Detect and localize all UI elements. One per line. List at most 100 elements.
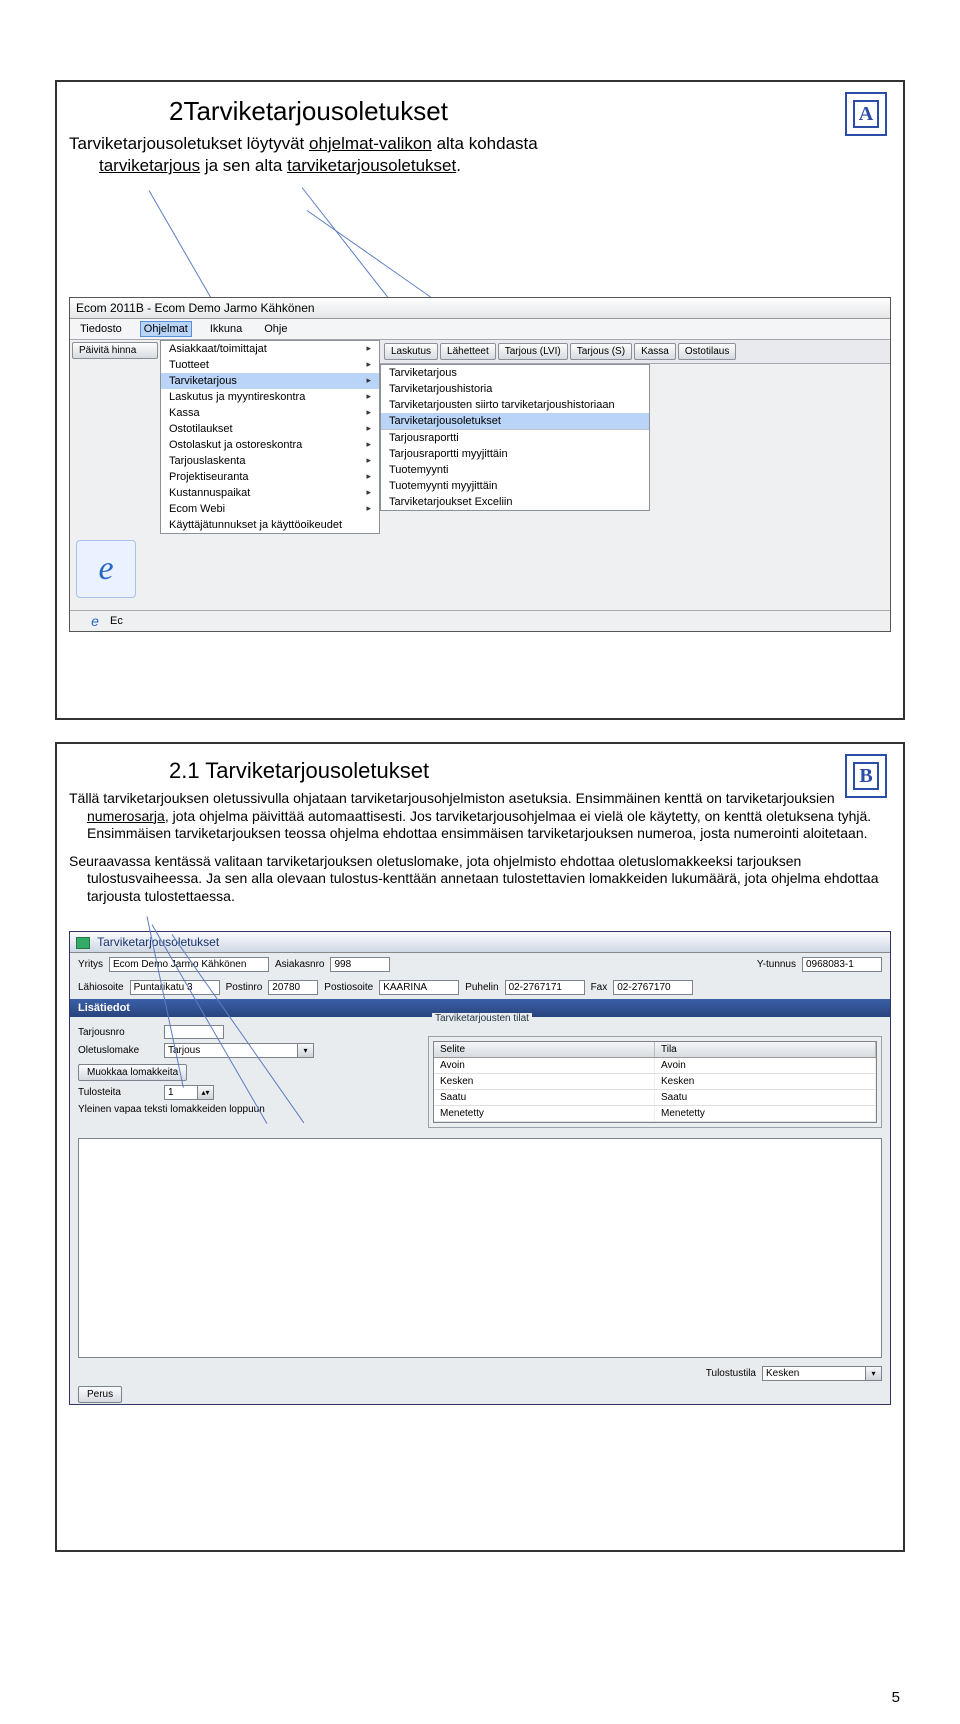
- right-column: Tarviketarjousten tilat Selite Tila Avoi…: [428, 1023, 882, 1128]
- lbl-puhelin: Puhelin: [465, 982, 498, 993]
- dd2-item[interactable]: Tarjousraportti: [381, 430, 649, 446]
- p-b1-b: , jota ohjelma päivittää automaattisesti…: [87, 808, 871, 842]
- toolbar-ostotilaus[interactable]: Ostotilaus: [678, 343, 736, 360]
- fld-postinro[interactable]: 20780: [268, 980, 318, 995]
- left-column: Tarjousnro Oletuslomake Tarjous ▾ Muokka…: [78, 1023, 418, 1128]
- settings-title-icon: [76, 937, 90, 949]
- lbl-tulosteita: Tulosteita: [78, 1087, 158, 1098]
- menu-ohjelmat[interactable]: Ohjelmat: [140, 321, 192, 337]
- toolbar-tarjous-s[interactable]: Tarjous (S): [570, 343, 632, 360]
- dd2-item[interactable]: Tarviketarjousoletukset: [381, 413, 649, 429]
- dd1-item[interactable]: Käyttäjätunnukset ja käyttöoikeudet: [161, 517, 379, 533]
- lbl-lahiosoite: Lähiosoite: [78, 982, 124, 993]
- perus-button[interactable]: Perus: [78, 1386, 122, 1403]
- dd1-item[interactable]: Projektiseuranta▸: [161, 469, 379, 485]
- lbl-ytunnus: Y-tunnus: [757, 959, 796, 970]
- lbl-oletuslomake: Oletuslomake: [78, 1045, 158, 1056]
- toolbar-laskutus[interactable]: Laskutus: [384, 343, 438, 360]
- fld-asiakasnro[interactable]: 998: [330, 957, 390, 972]
- dd1-item[interactable]: Kassa▸: [161, 405, 379, 421]
- menu-ikkuna[interactable]: Ikkuna: [206, 321, 246, 337]
- slide-b-para2: Seuraavassa kentässä valitaan tarviketar…: [69, 853, 891, 906]
- dd1-item[interactable]: Ostotilaukset▸: [161, 421, 379, 437]
- toolbar-kassa[interactable]: Kassa: [634, 343, 676, 360]
- lbl-tarjousnro: Tarjousnro: [78, 1027, 158, 1038]
- settings-window: Tarviketarjousoletukset Yritys Ecom Demo…: [69, 931, 891, 1405]
- table-row[interactable]: MenetettyMenetetty: [434, 1106, 876, 1122]
- slide-a: A 2Tarviketarjousoletukset Tarviketarjou…: [55, 80, 905, 720]
- table-row[interactable]: KeskenKesken: [434, 1074, 876, 1090]
- dd1-item[interactable]: Ecom Webi▸: [161, 501, 379, 517]
- fld-oletuslomake[interactable]: Tarjous: [164, 1043, 298, 1058]
- spinner-icon[interactable]: ▴▾: [198, 1085, 214, 1100]
- combo-down-icon[interactable]: ▾: [298, 1043, 314, 1058]
- fld-tulosteita[interactable]: 1: [164, 1085, 198, 1100]
- slide-a-title: 2Tarviketarjousoletukset: [169, 96, 891, 127]
- dd2-item[interactable]: Tarviketarjoukset Exceliin: [381, 494, 649, 510]
- fld-ytunnus[interactable]: 0968083-1: [802, 957, 882, 972]
- dd1-item[interactable]: Laskutus ja myyntireskontra▸: [161, 389, 379, 405]
- p-a-u1: ohjelmat-valikon: [309, 134, 432, 153]
- toolbar-tarjous-lvi[interactable]: Tarjous (LVI): [498, 343, 568, 360]
- dropdown-tarviketarjous: TarviketarjousTarviketarjoushistoriaTarv…: [380, 364, 650, 511]
- slide-b-para1: Tällä tarviketarjouksen oletussivulla oh…: [69, 790, 891, 843]
- slide-b: B 2.1 Tarviketarjousoletukset Tällä tarv…: [55, 742, 905, 1552]
- lbl-postiosoite: Postiosoite: [324, 982, 373, 993]
- p-b1-u: numerosarja: [87, 808, 165, 824]
- dd1-item[interactable]: Tuotteet▸: [161, 357, 379, 373]
- ecom-logo: e: [76, 540, 136, 598]
- dd1-item[interactable]: Kustannuspaikat▸: [161, 485, 379, 501]
- slide-a-paragraph: Tarviketarjousoletukset löytyvät ohjelma…: [69, 133, 891, 177]
- window-title-bar: Ecom 2011B - Ecom Demo Jarmo Kähkönen: [70, 298, 890, 319]
- muokkaa-button[interactable]: Muokkaa lomakkeita: [78, 1064, 187, 1081]
- dd2-item[interactable]: Tuotemyynti: [381, 462, 649, 478]
- menu-tiedosto[interactable]: Tiedosto: [76, 321, 126, 337]
- dd1-item[interactable]: Asiakkaat/toimittajat▸: [161, 341, 379, 357]
- toolbar: Laskutus Lähetteet Tarjous (LVI) Tarjous…: [380, 340, 890, 364]
- badge-a: A: [845, 92, 887, 136]
- table-row[interactable]: AvoinAvoin: [434, 1058, 876, 1074]
- p-a-seg2: alta kohdasta: [432, 134, 538, 153]
- p-b1-a: Tällä tarviketarjouksen oletussivulla oh…: [69, 790, 835, 806]
- dd1-item[interactable]: Tarjouslaskenta▸: [161, 453, 379, 469]
- fld-fax[interactable]: 02-2767170: [613, 980, 693, 995]
- group-tilat: Selite Tila AvoinAvoinKeskenKeskenSaatuS…: [428, 1036, 882, 1128]
- free-text-area[interactable]: [78, 1138, 882, 1358]
- ecom-small-icon: e: [84, 613, 106, 629]
- dropdown-ohjelmat: Asiakkaat/toimittajat▸Tuotteet▸Tarviketa…: [160, 340, 380, 534]
- app-window: Ecom 2011B - Ecom Demo Jarmo Kähkönen Ti…: [69, 297, 891, 632]
- group-tilat-label: Tarviketarjousten tilat: [432, 1013, 532, 1024]
- fld-puhelin[interactable]: 02-2767171: [505, 980, 585, 995]
- menu-bar: Tiedosto Ohjelmat Ikkuna Ohje: [70, 319, 890, 340]
- toolbar-lahetteet[interactable]: Lähetteet: [440, 343, 496, 360]
- badge-b-letter: B: [853, 762, 879, 790]
- dd2-item[interactable]: Tuotemyynti myyjittäin: [381, 478, 649, 494]
- p-a-seg4: .: [456, 156, 461, 175]
- page-number: 5: [892, 1689, 900, 1706]
- lbl-fax: Fax: [591, 982, 608, 993]
- ec-label: Ec: [110, 615, 123, 627]
- lbl-postinro: Postinro: [226, 982, 263, 993]
- badge-b: B: [845, 754, 887, 798]
- p-a-seg1: Tarviketarjousoletukset löytyvät: [69, 134, 309, 153]
- dd2-item[interactable]: Tarviketarjoushistoria: [381, 381, 649, 397]
- th-tila: Tila: [655, 1042, 876, 1057]
- lbl-yritys: Yritys: [78, 959, 103, 970]
- paivita-button[interactable]: Päivitä hinna: [72, 342, 158, 359]
- slide-b-title: 2.1 Tarviketarjousoletukset: [169, 758, 891, 784]
- lbl-asiakasnro: Asiakasnro: [275, 959, 324, 970]
- fld-tulostustila[interactable]: Kesken: [762, 1366, 866, 1381]
- dd1-item[interactable]: Ostolaskut ja ostoreskontra▸: [161, 437, 379, 453]
- badge-a-letter: A: [853, 100, 879, 128]
- dd2-item[interactable]: Tarviketarjous: [381, 365, 649, 381]
- p-a-u3: tarviketarjousoletukset: [287, 156, 456, 175]
- dd2-item[interactable]: Tarjousraportti myyjittäin: [381, 446, 649, 462]
- combo-down-icon[interactable]: ▾: [866, 1366, 882, 1381]
- table-row[interactable]: SaatuSaatu: [434, 1090, 876, 1106]
- lbl-yleinen-teksti: Yleinen vapaa teksti lomakkeiden loppuun: [78, 1104, 265, 1115]
- dd2-item[interactable]: Tarviketarjousten siirto tarviketarjoush…: [381, 397, 649, 413]
- menu-ohje[interactable]: Ohje: [260, 321, 291, 337]
- fld-postiosoite[interactable]: KAARINA: [379, 980, 459, 995]
- th-selite: Selite: [434, 1042, 655, 1057]
- dd1-item[interactable]: Tarviketarjous▸: [161, 373, 379, 389]
